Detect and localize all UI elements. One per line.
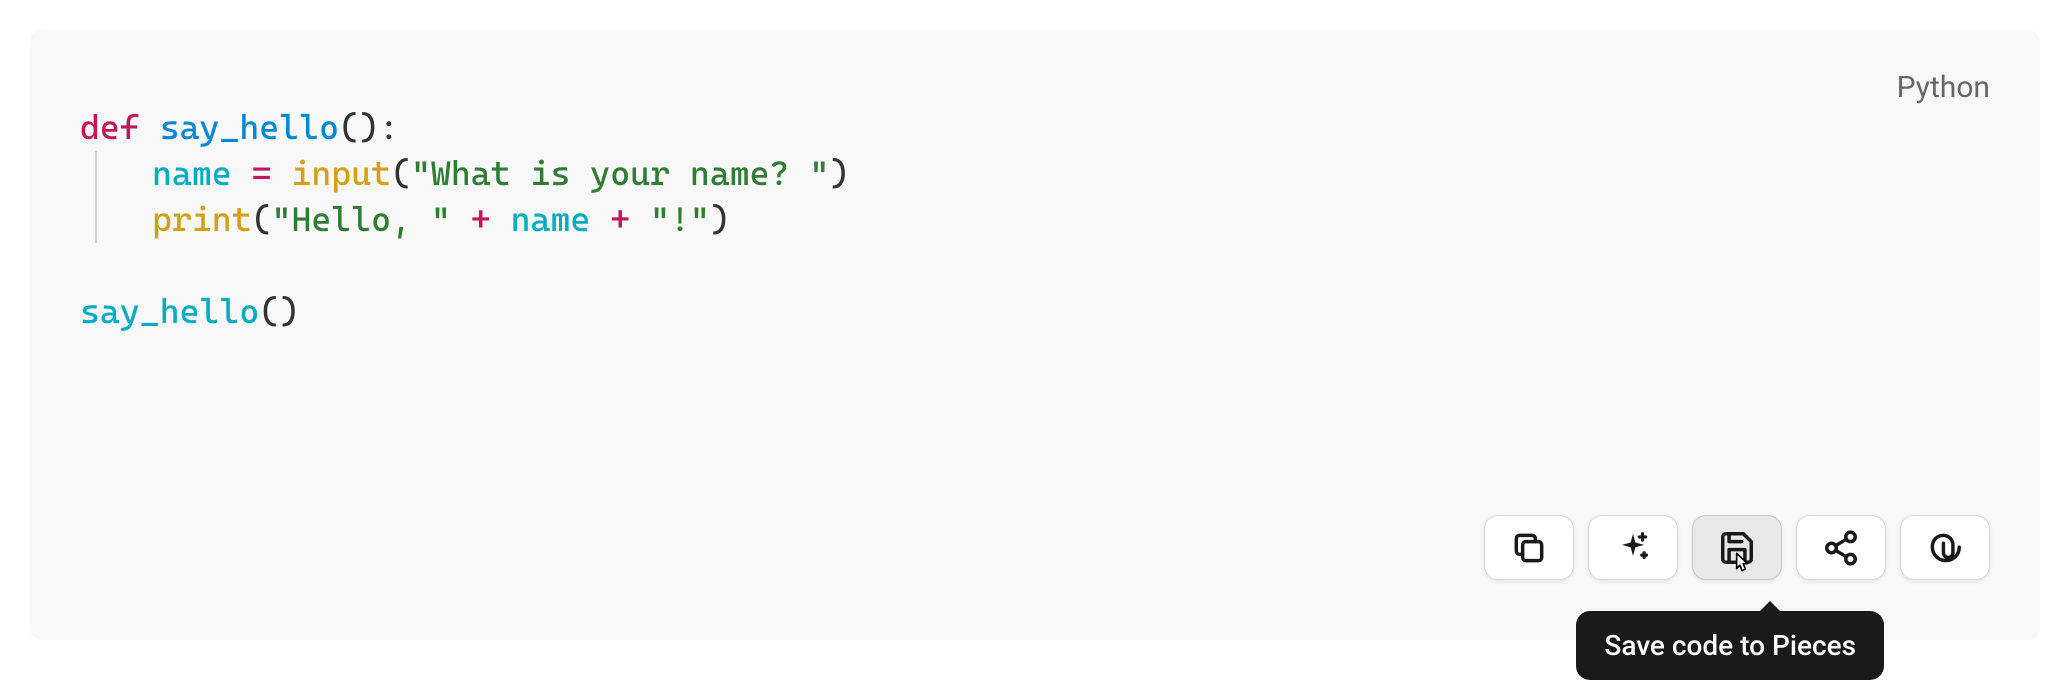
parens: (): (339, 107, 399, 147)
keyword-def: def (80, 107, 140, 147)
variable: name (152, 153, 232, 193)
code-line: print("Hello, " + name + "!") (95, 197, 1990, 243)
share-icon (1822, 529, 1860, 567)
parens: () (259, 291, 299, 331)
operator-plus: + (451, 199, 511, 239)
paren-open: ( (391, 153, 411, 193)
language-label: Python (1897, 70, 1990, 105)
string-literal: "Hello, " (272, 199, 451, 239)
operator-plus: + (590, 199, 650, 239)
string-literal: "!" (650, 199, 710, 239)
paren-open: ( (252, 199, 272, 239)
function-name: say_hello (160, 107, 339, 147)
tooltip-text: Save code to Pieces (1604, 629, 1856, 662)
code-block: Python def say_hello():name = input("Wha… (30, 30, 2040, 640)
tooltip: Save code to Pieces (1576, 611, 1884, 680)
code-content: def say_hello():name = input("What is yo… (80, 70, 1990, 334)
copy-icon (1510, 529, 1548, 567)
paren-close: ) (829, 153, 849, 193)
code-line: say_hello() (80, 289, 1990, 335)
paren-close: ) (710, 199, 730, 239)
save-button[interactable] (1692, 515, 1782, 580)
copy-button[interactable] (1484, 515, 1574, 580)
paperclip-icon (1926, 529, 1964, 567)
blank-line (80, 243, 1990, 289)
enhance-button[interactable] (1588, 515, 1678, 580)
code-line: name = input("What is your name? ") (95, 151, 1990, 197)
string-literal: "What is your name? " (411, 153, 829, 193)
share-button[interactable] (1796, 515, 1886, 580)
code-toolbar (1484, 515, 1990, 580)
sparkle-icon (1614, 529, 1652, 567)
function-call: say_hello (80, 291, 259, 331)
attach-button[interactable] (1900, 515, 1990, 580)
operator: = (232, 153, 292, 193)
save-icon (1718, 529, 1756, 567)
code-line: def say_hello(): (80, 105, 1990, 151)
variable: name (511, 199, 591, 239)
builtin-print: print (152, 199, 252, 239)
builtin-input: input (291, 153, 391, 193)
